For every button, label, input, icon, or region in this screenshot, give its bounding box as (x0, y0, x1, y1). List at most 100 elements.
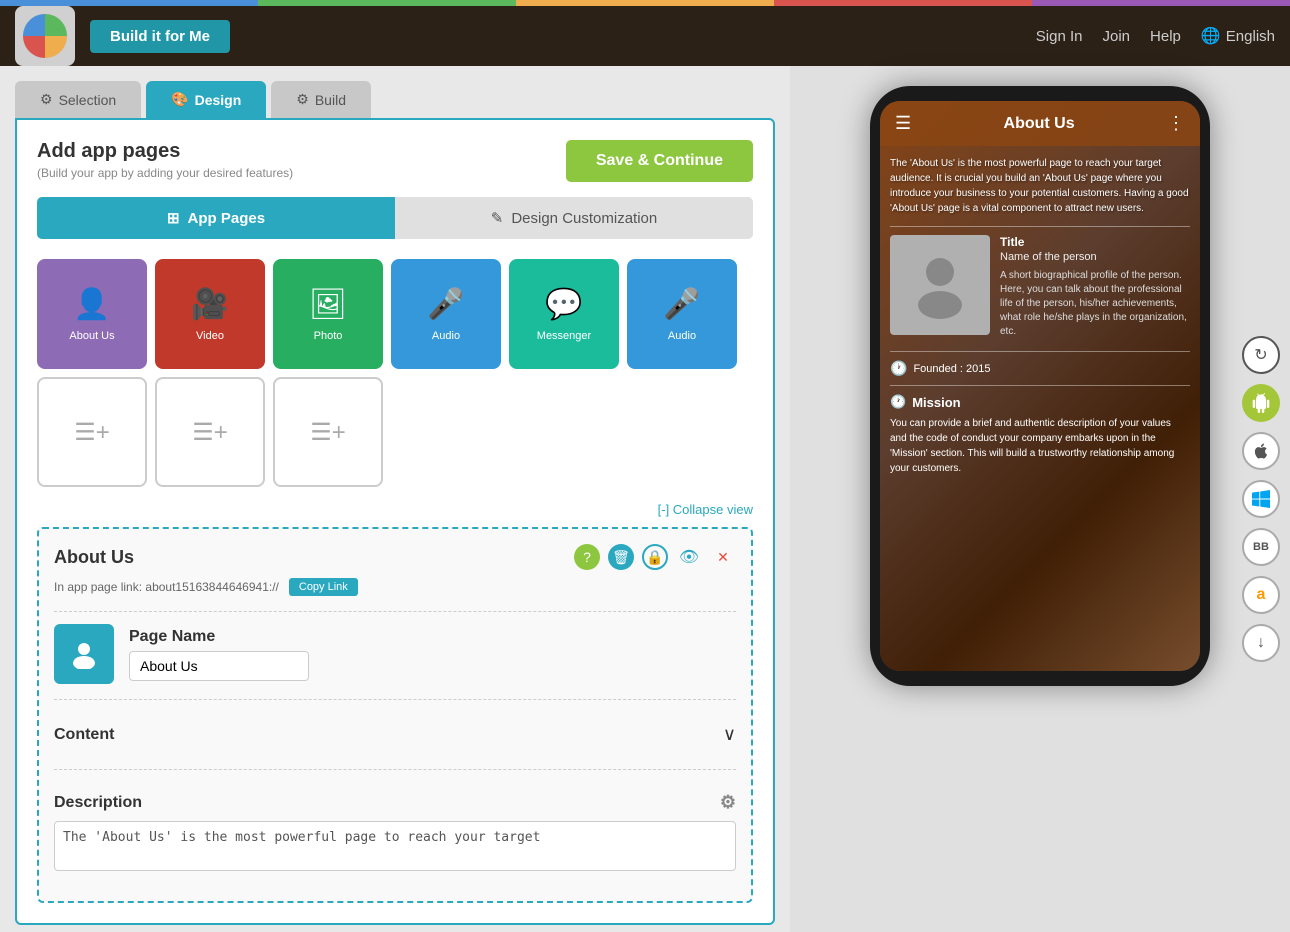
add-pages-header: Add app pages (Build your app by adding … (37, 140, 753, 182)
page-name-row: Page Name (54, 624, 736, 684)
join-link[interactable]: Join (1102, 28, 1130, 45)
page-messenger[interactable]: 💬 Messenger (509, 259, 619, 369)
gear-icon[interactable]: ⚙ (720, 792, 736, 813)
globe-icon: 🌐 (1201, 26, 1221, 46)
sign-in-link[interactable]: Sign In (1036, 28, 1083, 45)
blackberry-icon[interactable]: BB (1242, 528, 1280, 566)
edit-icon: ✎ (491, 209, 504, 227)
page-label-video: Video (196, 330, 224, 342)
app-link-text: In app page link: about15163844646941:// (54, 580, 279, 594)
sync-icon[interactable]: ↻ (1242, 336, 1280, 374)
divider-2 (54, 699, 736, 700)
content-section[interactable]: Content ∨ (54, 712, 736, 757)
description-label: Description (54, 794, 142, 812)
page-empty-2[interactable]: ☰+ (155, 377, 265, 487)
lock-icon[interactable]: 🔒 (642, 544, 668, 570)
sub-tabs: ⊞ App Pages ✎ Design Customization (37, 197, 753, 239)
tab-app-pages[interactable]: ⊞ App Pages (37, 197, 395, 239)
content-label: Content (54, 726, 114, 744)
phone-header: ☰ About Us ⋮ (880, 101, 1200, 146)
palette-icon: 🎨 (171, 91, 188, 108)
eye-icon[interactable]: 👁 (676, 544, 702, 570)
grid-icon: ⊞ (167, 209, 180, 227)
phone-screen: ☰ About Us ⋮ The 'About Us' is the most … (880, 101, 1200, 671)
language-label: English (1226, 28, 1275, 45)
page-label-audio-2: Audio (668, 330, 696, 342)
page-video[interactable]: 🎥 Video (155, 259, 265, 369)
page-label-messenger: Messenger (537, 330, 591, 342)
person-icon: 👤 (73, 287, 110, 322)
mission-icon: 🕐 (890, 394, 906, 410)
panel-header: About Us ? 🗑 🔒 👁 ✕ (54, 544, 736, 570)
close-icon[interactable]: ✕ (710, 544, 736, 570)
left-panel: ⚙ Selection 🎨 Design ⚙ Build Add app pag… (0, 66, 790, 932)
page-audio-2[interactable]: 🎤 Audio (627, 259, 737, 369)
person-card: Title Name of the person A short biograp… (890, 235, 1190, 339)
language-selector[interactable]: 🌐 English (1201, 26, 1275, 46)
help-link[interactable]: Help (1150, 28, 1181, 45)
page-photo[interactable]: 🖼 Photo (273, 259, 383, 369)
phone-divider-1 (890, 226, 1190, 227)
phone-device: ☰ About Us ⋮ The 'About Us' is the most … (870, 86, 1210, 686)
page-name-input-group: Page Name (129, 628, 309, 681)
add-icon-2: ☰+ (192, 418, 228, 447)
tab-design[interactable]: 🎨 Design (146, 81, 266, 118)
mission-label: 🕐 Mission (890, 394, 1190, 410)
windows-icon[interactable] (1242, 480, 1280, 518)
page-empty-1[interactable]: ☰+ (37, 377, 147, 487)
collapse-row: [-] Collapse view (37, 502, 753, 517)
tab-build[interactable]: ⚙ Build (271, 81, 371, 118)
copy-link-button[interactable]: Copy Link (289, 578, 358, 596)
page-label-audio-1: Audio (432, 330, 460, 342)
person-avatar (890, 235, 990, 335)
more-icon: ⋮ (1167, 113, 1185, 134)
add-icon-3: ☰+ (310, 418, 346, 447)
about-us-panel: About Us ? 🗑 🔒 👁 ✕ In app page link: abo… (37, 527, 753, 903)
founded-text: Founded : 2015 (913, 363, 990, 375)
person-bio-text: A short biographical profile of the pers… (1000, 269, 1190, 339)
phone-divider-2 (890, 351, 1190, 352)
add-pages-title-group: Add app pages (Build your app by adding … (37, 140, 293, 180)
chevron-down-icon: ∨ (723, 724, 736, 745)
download-icon[interactable]: ↓ (1242, 624, 1280, 662)
phone-description: The 'About Us' is the most powerful page… (890, 156, 1190, 216)
person-name-label: Name of the person (1000, 251, 1190, 263)
page-name-input[interactable] (129, 651, 309, 681)
app-link-row: In app page link: about15163844646941://… (54, 578, 736, 596)
apple-icon[interactable] (1242, 432, 1280, 470)
page-label-photo: Photo (314, 330, 343, 342)
mic-icon-2: 🎤 (663, 287, 700, 322)
help-icon[interactable]: ? (574, 544, 600, 570)
description-label-row: Description ⚙ (54, 792, 736, 813)
person-title-label: Title (1000, 235, 1190, 249)
mic-icon-1: 🎤 (427, 287, 464, 322)
description-textarea[interactable]: The 'About Us' is the most powerful page… (54, 821, 736, 871)
founded-row: 🕐 Founded : 2015 (890, 360, 1190, 377)
mission-title: Mission (912, 395, 960, 410)
person-info: Title Name of the person A short biograp… (1000, 235, 1190, 339)
build-for-me-button[interactable]: Build it for Me (90, 20, 230, 53)
hamburger-icon: ☰ (895, 113, 911, 134)
tab-selection[interactable]: ⚙ Selection (15, 81, 141, 118)
side-icons: ↻ BB a ↓ (1242, 336, 1280, 662)
page-about-us[interactable]: 👤 About Us (37, 259, 147, 369)
page-empty-3[interactable]: ☰+ (273, 377, 383, 487)
page-audio-1[interactable]: 🎤 Audio (391, 259, 501, 369)
phone-page-title: About Us (911, 115, 1167, 133)
phone-body: The 'About Us' is the most powerful page… (880, 146, 1200, 666)
panel-icons: ? 🗑 🔒 👁 ✕ (574, 544, 736, 570)
amazon-icon[interactable]: a (1242, 576, 1280, 614)
logo (15, 6, 75, 66)
right-panel: ☰ About Us ⋮ The 'About Us' is the most … (790, 66, 1290, 932)
header-left: Build it for Me (15, 6, 230, 66)
collapse-link[interactable]: [-] Collapse view (658, 502, 753, 517)
add-pages-title: Add app pages (37, 140, 293, 163)
settings-icon: ⚙ (40, 91, 53, 108)
android-icon[interactable] (1242, 384, 1280, 422)
phone-wrapper: ☰ About Us ⋮ The 'About Us' is the most … (870, 86, 1210, 686)
save-continue-button[interactable]: Save & Continue (566, 140, 753, 182)
divider-1 (54, 611, 736, 612)
delete-icon[interactable]: 🗑 (608, 544, 634, 570)
tab-design-customization[interactable]: ✎ Design Customization (395, 197, 753, 239)
content-box: Add app pages (Build your app by adding … (15, 118, 775, 925)
